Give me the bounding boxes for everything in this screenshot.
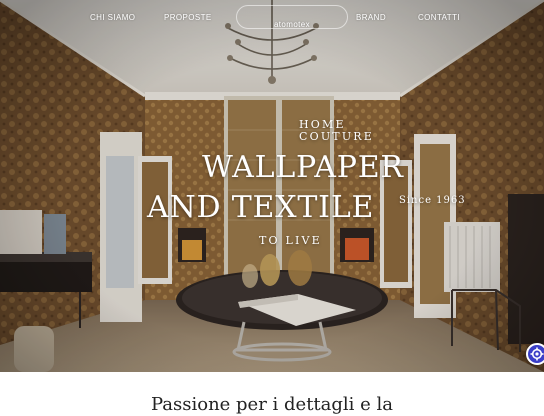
section-heading: Passione per i dettagli e la bbox=[150, 394, 394, 415]
hero-room-photo bbox=[0, 0, 544, 372]
accessibility-button[interactable] bbox=[526, 343, 544, 365]
accessibility-icon bbox=[530, 347, 544, 361]
hero-banner: CHI SIAMO PROPOSTE atomotex BRAND CONTAT… bbox=[0, 0, 544, 372]
nav-chi-siamo[interactable]: CHI SIAMO bbox=[90, 13, 135, 22]
nav-contatti[interactable]: CONTATTI bbox=[418, 13, 460, 22]
top-navigation: CHI SIAMO PROPOSTE atomotex BRAND CONTAT… bbox=[0, 0, 544, 36]
nav-brand[interactable]: BRAND bbox=[356, 13, 386, 22]
brand-logo[interactable]: atomotex bbox=[236, 13, 348, 37]
nav-proposte[interactable]: PROPOSTE bbox=[164, 13, 212, 22]
